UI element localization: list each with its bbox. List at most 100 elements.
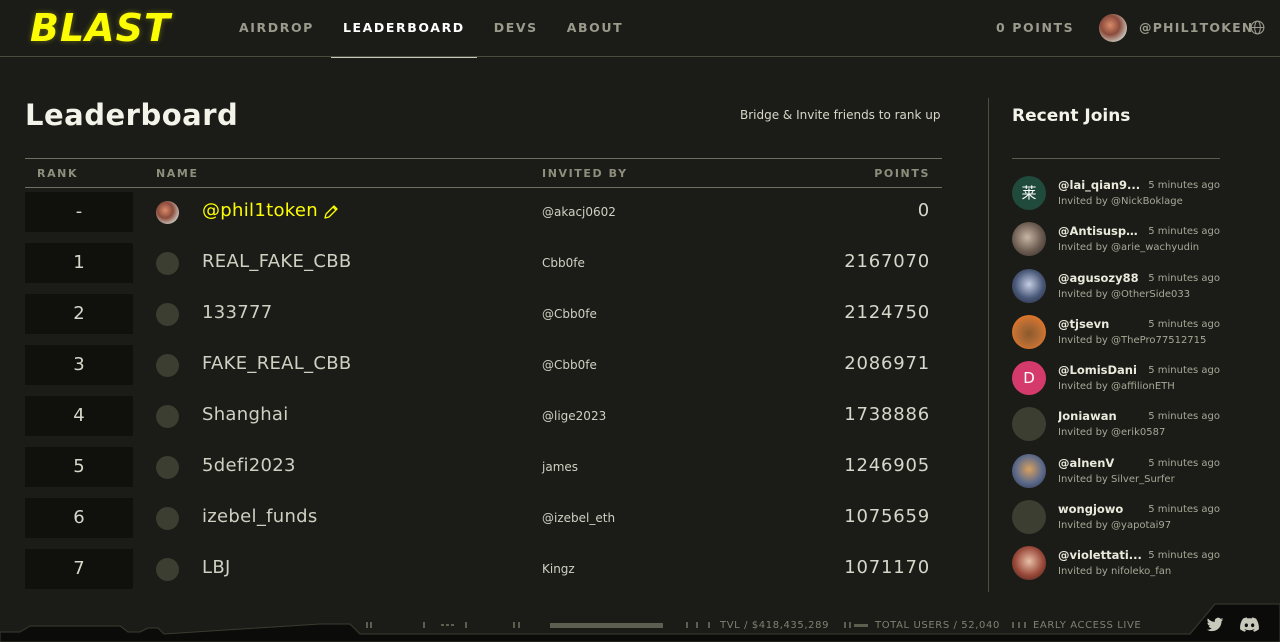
list-item: 莱 @lai_qian9... 5 minutes ago Invited by…	[1012, 174, 1220, 220]
join-time: 5 minutes ago	[1148, 411, 1220, 423]
list-item: @violettati... 5 minutes ago Invited by …	[1012, 544, 1220, 590]
avatar	[156, 507, 179, 530]
list-item: @alnenV 5 minutes ago Invited by Silver_…	[1012, 452, 1220, 498]
table-row-me: - @phil1token @akacj0602 0	[25, 188, 942, 239]
join-time: 5 minutes ago	[1148, 365, 1220, 377]
recent-joins-title: Recent Joins	[1012, 106, 1131, 126]
join-name: Joniawan	[1058, 409, 1117, 424]
column-name: NAME	[156, 167, 199, 180]
section-divider	[988, 98, 989, 592]
user-name: Shanghai	[202, 404, 289, 425]
table-row: 6 izebel_funds @izebel_eth 1075659	[25, 494, 942, 545]
join-name: @lai_qian9...	[1058, 178, 1141, 192]
nav-leaderboard[interactable]: LEADERBOARD	[330, 0, 477, 58]
top-nav-bar: BLAST AIRDROP LEADERBOARD DEVS ABOUT 0 P…	[0, 0, 1280, 58]
points-value: 2167070	[844, 251, 930, 272]
join-invited-by: Invited by nifoleko_fan	[1058, 566, 1172, 578]
join-name: @Antisuspe...	[1058, 224, 1144, 239]
blast-logo[interactable]: BLAST	[30, 8, 171, 48]
invited-by: Kingz	[542, 562, 575, 576]
early-access-status: EARLY ACCESS LIVE	[1033, 620, 1142, 631]
list-item: Joniawan 5 minutes ago Invited by @erik0…	[1012, 405, 1220, 451]
pencil-icon[interactable]	[323, 204, 339, 220]
join-time: 5 minutes ago	[1148, 504, 1220, 516]
discord-icon[interactable]	[1240, 617, 1259, 632]
join-name: @alnenV	[1058, 455, 1115, 470]
column-rank: RANK	[37, 167, 79, 180]
join-invited-by: Invited by @yapotai97	[1058, 520, 1172, 532]
rank-cell: -	[25, 192, 133, 232]
rank-cell: 1	[25, 243, 133, 283]
join-time: 5 minutes ago	[1148, 318, 1220, 330]
user-handle[interactable]: @PHIL1TOKEN	[1139, 0, 1253, 55]
avatar	[1012, 407, 1046, 442]
points-value: 1071170	[844, 557, 930, 578]
points-counter[interactable]: 0 POINTS	[996, 0, 1074, 55]
invited-by: Cbb0fe	[542, 256, 585, 270]
user-avatar[interactable]	[1099, 14, 1127, 42]
list-item: wongjowo 5 minutes ago Invited by @yapot…	[1012, 498, 1220, 544]
points-value: 1075659	[844, 506, 930, 527]
points-value: 2086971	[844, 353, 930, 374]
user-name: LBJ	[202, 557, 231, 578]
join-invited-by: Invited by @affilionETH	[1058, 381, 1175, 393]
user-name: @phil1token	[202, 200, 318, 221]
avatar	[156, 354, 179, 377]
table-row: 1 REAL_FAKE_CBB Cbb0fe 2167070	[25, 239, 942, 290]
table-header: RANK NAME INVITED BY POINTS	[25, 158, 942, 188]
join-invited-by: Invited by Silver_Surfer	[1058, 473, 1175, 485]
join-invited-by: Invited by @arie_wachyudin	[1058, 242, 1200, 254]
globe-icon[interactable]	[1250, 20, 1265, 35]
rank-cell: 2	[25, 294, 133, 334]
rank-cell: 4	[25, 396, 133, 436]
list-item: D @LomisDani 5 minutes ago Invited by @a…	[1012, 359, 1220, 405]
table-row: 7 LBJ Kingz 1071170	[25, 545, 942, 596]
rank-cell: 5	[25, 447, 133, 487]
user-name: 133777	[202, 302, 273, 323]
list-item: @tjsevn 5 minutes ago Invited by @ThePro…	[1012, 313, 1220, 359]
avatar	[1012, 546, 1046, 581]
column-invited-by: INVITED BY	[542, 167, 628, 180]
list-item: @Antisuspe... 5 minutes ago Invited by @…	[1012, 220, 1220, 266]
nav-devs[interactable]: DEVS	[494, 0, 538, 57]
tvl-stat: TVL / $418,435,289	[720, 620, 830, 631]
invited-by: @akacj0602	[542, 205, 616, 219]
table-row: 3 FAKE_REAL_CBB @Cbb0fe 2086971	[25, 341, 942, 392]
page-title: Leaderboard	[25, 98, 239, 132]
invited-by: @Cbb0fe	[542, 358, 597, 372]
twitter-icon[interactable]	[1206, 617, 1224, 633]
join-name: @LomisDani	[1058, 363, 1137, 378]
invited-by: james	[542, 460, 579, 474]
nav-airdrop[interactable]: AIRDROP	[239, 0, 314, 57]
user-name: izebel_funds	[202, 506, 318, 527]
avatar	[156, 405, 179, 428]
recent-joins-divider	[1012, 158, 1220, 159]
invited-by: @Cbb0fe	[542, 307, 597, 321]
avatar	[156, 456, 179, 479]
join-time: 5 minutes ago	[1148, 550, 1220, 562]
points-value: 2124750	[844, 302, 930, 323]
join-time: 5 minutes ago	[1148, 457, 1220, 469]
avatar	[156, 201, 179, 224]
avatar	[1012, 500, 1046, 535]
rank-up-hint: Bridge & Invite friends to rank up	[740, 108, 941, 122]
rank-cell: 7	[25, 549, 133, 589]
join-name: @agusozy88	[1058, 270, 1139, 285]
avatar: D	[1012, 361, 1046, 396]
table-row: 4 Shanghai @lige2023 1738886	[25, 392, 942, 443]
join-time: 5 minutes ago	[1148, 272, 1220, 284]
column-points: POINTS	[874, 167, 930, 180]
user-name: 5defi2023	[202, 455, 296, 476]
list-item: @agusozy88 5 minutes ago Invited by @Oth…	[1012, 267, 1220, 313]
avatar	[1012, 314, 1046, 349]
user-name: FAKE_REAL_CBB	[202, 353, 352, 374]
points-value: 1246905	[844, 455, 930, 476]
avatar	[156, 303, 179, 326]
avatar	[1012, 453, 1046, 488]
join-time: 5 minutes ago	[1148, 226, 1220, 238]
rank-cell: 3	[25, 345, 133, 385]
invited-by: @lige2023	[542, 409, 607, 423]
avatar	[156, 252, 179, 275]
nav-about[interactable]: ABOUT	[567, 0, 624, 57]
avatar	[1012, 268, 1046, 303]
